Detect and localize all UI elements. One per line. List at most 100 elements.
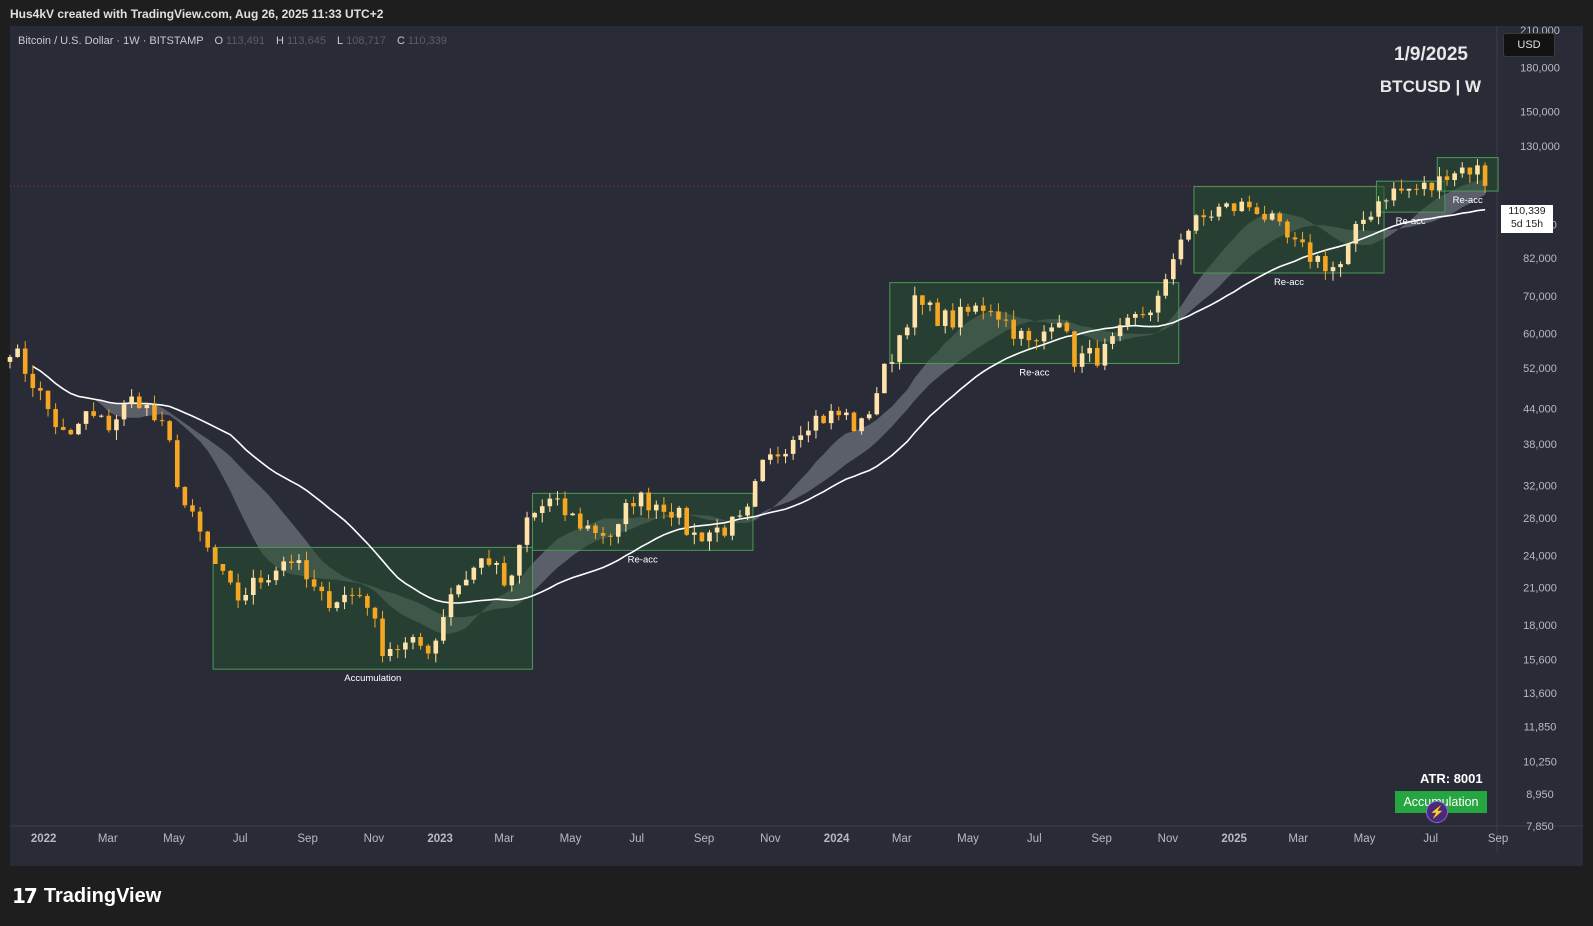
candle-body xyxy=(692,532,697,535)
y-tick-label: 7,850 xyxy=(1526,821,1554,833)
candle-body xyxy=(1383,200,1389,202)
tradingview-logo[interactable]: 17 TradingView xyxy=(12,884,161,908)
candle-body xyxy=(311,579,317,587)
candle-body xyxy=(1300,239,1305,243)
candle-body xyxy=(1201,215,1207,218)
candle-body xyxy=(1171,259,1176,280)
x-tick-label: 2024 xyxy=(824,833,850,845)
candle-body xyxy=(1094,347,1100,366)
candle-body xyxy=(334,602,340,609)
x-tick-label: 2022 xyxy=(31,833,57,845)
candle-body xyxy=(1140,314,1146,316)
candle-body xyxy=(836,410,842,416)
candle-body xyxy=(463,579,469,586)
candle-body xyxy=(1186,230,1191,240)
candle-body xyxy=(585,525,591,529)
candle-body xyxy=(1125,317,1130,326)
x-tick-label: Nov xyxy=(1158,833,1179,845)
y-tick-label: 11,850 xyxy=(1524,721,1557,733)
candle-body xyxy=(577,513,583,529)
candle-body xyxy=(281,561,287,571)
last-price-value: 110,339 xyxy=(1508,205,1546,217)
candle-body xyxy=(144,404,150,409)
candle-body xyxy=(1102,343,1108,366)
candle-body xyxy=(456,585,461,595)
candle-body xyxy=(235,582,241,601)
candle-body xyxy=(152,404,157,421)
candle-body xyxy=(372,607,378,619)
candle-body xyxy=(136,396,142,409)
y-tick-label: 21,000 xyxy=(1523,583,1557,595)
candle-body xyxy=(1231,203,1237,212)
candle-body xyxy=(1072,331,1077,367)
candle-body xyxy=(1041,331,1047,342)
candle-body xyxy=(433,640,439,654)
price-chart-svg[interactable]: 210,000180,000150,000130,00094,00082,000… xyxy=(0,0,1593,926)
candle-body xyxy=(251,577,256,595)
candle-body xyxy=(212,547,218,564)
candle-body xyxy=(676,507,682,518)
candle-body xyxy=(965,306,971,312)
x-tick-label: 2025 xyxy=(1221,833,1247,845)
candle-body xyxy=(752,481,758,507)
candle-body xyxy=(304,560,309,580)
x-tick-label: Mar xyxy=(494,833,514,845)
footer: 17 TradingView xyxy=(0,866,1593,926)
candle-body xyxy=(1406,188,1412,191)
y-tick-label: 8,950 xyxy=(1526,789,1554,801)
currency-button[interactable]: USD xyxy=(1503,33,1555,57)
candle-body xyxy=(319,586,325,592)
high-value: 113,645 xyxy=(287,35,326,47)
candle-body xyxy=(296,560,302,564)
candle-body xyxy=(76,423,81,435)
symbol-legend: Bitcoin / U.S. Dollar · 1W · BITSTAMP O 1… xyxy=(18,35,455,47)
x-tick-label: Jul xyxy=(629,833,644,845)
candle-body xyxy=(91,411,96,416)
candle-body xyxy=(874,393,880,415)
x-tick-label: Jul xyxy=(1423,833,1438,845)
candle-body xyxy=(60,427,66,430)
candle-body xyxy=(114,419,119,431)
candle-body xyxy=(775,454,781,457)
candle-body xyxy=(942,310,948,326)
candle-body xyxy=(1391,188,1397,201)
candle-body xyxy=(1345,243,1351,265)
candle-body xyxy=(1262,213,1267,220)
candle-body xyxy=(1163,279,1169,296)
candle-body xyxy=(1018,330,1024,339)
candle-body xyxy=(1117,325,1123,337)
low-label: L xyxy=(337,35,344,47)
candle-body xyxy=(1307,242,1313,262)
candle-body xyxy=(220,563,226,571)
high-label: H xyxy=(276,35,284,47)
candle-body xyxy=(380,618,385,656)
open-label: O xyxy=(214,35,224,47)
candle-body xyxy=(30,373,36,388)
candle-body xyxy=(1254,207,1260,214)
bar-countdown: 5d 15h xyxy=(1510,218,1544,230)
candle-body xyxy=(182,486,188,506)
symbol-name: Bitcoin / U.S. Dollar · 1W · BITSTAMP xyxy=(18,35,204,47)
candle-body xyxy=(600,533,606,536)
candle-body xyxy=(821,415,826,424)
candle-body xyxy=(547,498,553,507)
lightning-icon[interactable]: ⚡ xyxy=(1426,801,1448,823)
x-tick-label: Nov xyxy=(364,833,385,845)
y-tick-label: 38,000 xyxy=(1523,439,1557,451)
candle-body xyxy=(920,295,925,305)
candle-body xyxy=(83,411,89,424)
candle-body xyxy=(1056,322,1062,328)
candle-body xyxy=(38,387,43,391)
candle-body xyxy=(889,362,895,364)
candle-body xyxy=(22,348,28,374)
candle-body xyxy=(1414,188,1419,190)
y-tick-label: 24,000 xyxy=(1523,550,1557,562)
candle-body xyxy=(7,356,13,362)
candle-body xyxy=(342,594,347,603)
atr-readout: ATR: 8001 xyxy=(1420,771,1483,786)
candle-body xyxy=(129,396,134,405)
candle-body xyxy=(1216,206,1222,217)
candle-body xyxy=(866,414,872,419)
candle-body xyxy=(935,302,940,326)
candle-body xyxy=(768,454,773,460)
